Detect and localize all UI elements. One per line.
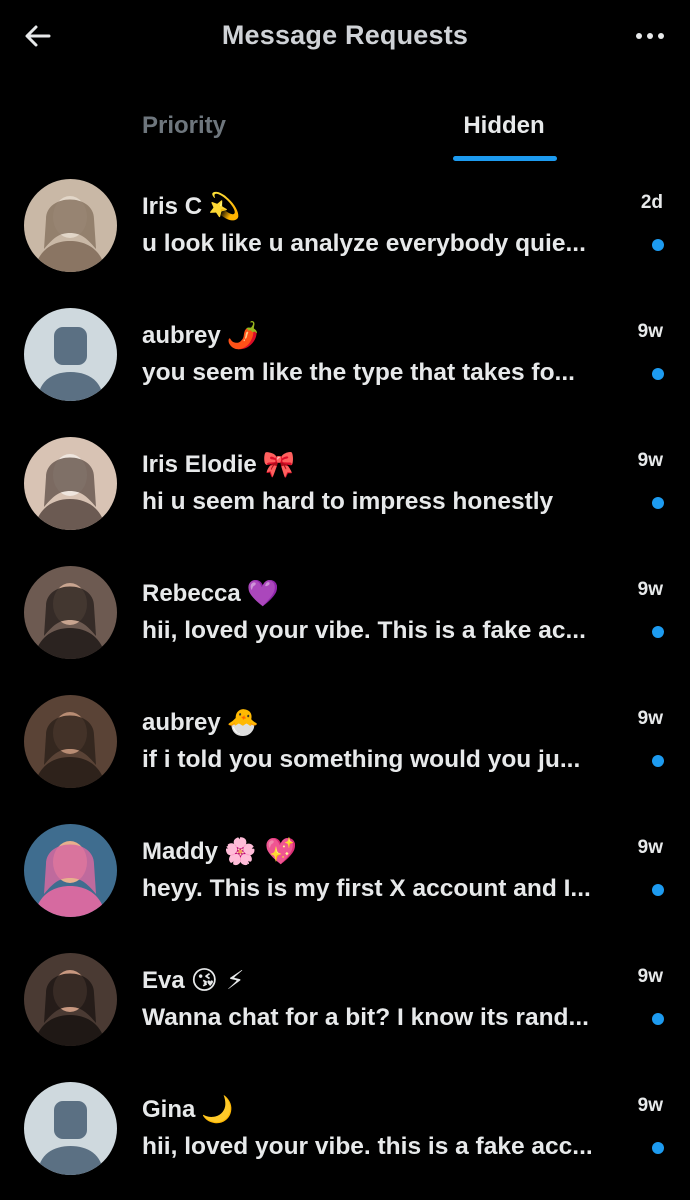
timestamp: 9w bbox=[637, 966, 663, 987]
message-preview: you seem like the type that takes fo... bbox=[142, 359, 575, 386]
timestamp: 2d bbox=[640, 192, 663, 213]
list-item[interactable]: Gina 🌙 9w hii, loved your vibe. this is a f… bbox=[0, 1065, 690, 1194]
unread-dot-icon bbox=[652, 884, 664, 896]
page-title: Message Requests bbox=[221, 20, 469, 50]
tab-hidden[interactable]: Hidden bbox=[334, 96, 674, 162]
list-item[interactable]: Iris C 💫 2d u look like u analyze everybody… bbox=[0, 162, 690, 291]
list-item[interactable]: Maddy 🌸 💖 9w heyy. This is my first X accou… bbox=[0, 807, 690, 936]
unread-dot-icon bbox=[652, 755, 664, 767]
profile-photo bbox=[24, 953, 117, 1046]
sender-name-text: Gina bbox=[142, 1096, 196, 1123]
message-preview: if i told you something would you ju... bbox=[142, 746, 581, 773]
sender-name-text: Rebecca bbox=[142, 580, 241, 607]
sender-name: Eva 😘 ⚡ bbox=[142, 964, 244, 998]
timestamp: 9w bbox=[637, 321, 663, 342]
message-preview: heyy. This is my first X account and I..… bbox=[142, 875, 591, 902]
sender-name-text: Eva bbox=[142, 967, 185, 994]
sender-emoji: 💫 bbox=[208, 192, 241, 222]
sender-name: aubrey 🌶️ bbox=[142, 319, 259, 353]
active-tab-indicator bbox=[453, 156, 557, 161]
sender-emoji: 🐣 bbox=[226, 708, 260, 738]
unread-dot-icon bbox=[652, 497, 664, 509]
ellipsis-icon bbox=[636, 33, 664, 39]
unread-dot-icon bbox=[652, 368, 664, 380]
more-options-button[interactable] bbox=[630, 16, 670, 56]
list-item[interactable]: aubrey 🌶️ 9w you seem like the type that ta… bbox=[0, 291, 690, 420]
tab-priority-label: Priority bbox=[141, 112, 227, 139]
unread-dot-icon bbox=[652, 1013, 664, 1025]
timestamp: 9w bbox=[637, 708, 663, 729]
message-preview: u look like u analyze everybody quie... bbox=[142, 230, 586, 257]
sender-name: Iris Elodie 🎀 bbox=[142, 448, 295, 482]
message-preview: hii, loved your vibe. this is a fake acc… bbox=[142, 1133, 593, 1160]
message-preview: hi u seem hard to impress honestly bbox=[142, 488, 554, 515]
timestamp: 9w bbox=[637, 837, 663, 858]
default-avatar-icon bbox=[24, 308, 117, 401]
sender-name: Maddy 🌸 💖 bbox=[142, 835, 297, 869]
tab-bar: Priority Hidden bbox=[0, 96, 690, 162]
sender-emoji: 💜 bbox=[246, 579, 280, 609]
list-item[interactable]: Iris Elodie 🎀 9w hi u seem hard to impress … bbox=[0, 420, 690, 549]
sender-emoji: 😘 ⚡ bbox=[190, 966, 245, 996]
list-item[interactable]: Rebecca 💜 9w hii, loved your vibe. This is … bbox=[0, 549, 690, 678]
sender-emoji: 🌸 💖 bbox=[224, 837, 298, 867]
sender-name: Rebecca 💜 bbox=[142, 577, 279, 611]
sender-name: aubrey 🐣 bbox=[142, 706, 259, 740]
profile-photo bbox=[24, 695, 117, 788]
unread-dot-icon bbox=[652, 626, 664, 638]
sender-name-text: aubrey bbox=[142, 322, 221, 349]
list-item[interactable]: Eva 😘 ⚡ 9w Wanna chat for a bit? I know its… bbox=[0, 936, 690, 1065]
avatar[interactable] bbox=[24, 566, 117, 659]
sender-name-text: Iris Elodie bbox=[142, 451, 257, 478]
sender-name: Gina 🌙 bbox=[142, 1093, 234, 1127]
profile-photo bbox=[24, 179, 117, 272]
tab-hidden-label: Hidden bbox=[463, 112, 545, 139]
profile-photo bbox=[24, 566, 117, 659]
timestamp: 9w bbox=[637, 1095, 663, 1116]
unread-dot-icon bbox=[652, 1142, 664, 1154]
sender-emoji: 🎀 bbox=[262, 450, 296, 480]
avatar[interactable] bbox=[24, 695, 117, 788]
unread-dot-icon bbox=[652, 239, 664, 251]
sender-emoji: 🌙 bbox=[201, 1095, 234, 1125]
avatar[interactable] bbox=[24, 179, 117, 272]
sender-emoji: 🌶️ bbox=[226, 321, 260, 351]
avatar[interactable] bbox=[24, 437, 117, 530]
message-request-list: Iris C 💫 2d u look like u analyze everybody… bbox=[0, 162, 690, 1194]
profile-photo bbox=[24, 824, 117, 917]
sender-name-text: Maddy bbox=[142, 838, 219, 865]
timestamp: 9w bbox=[637, 450, 663, 471]
tab-priority[interactable]: Priority bbox=[14, 96, 354, 162]
sender-name-text: aubrey bbox=[142, 709, 221, 736]
default-avatar-icon bbox=[24, 1082, 117, 1175]
sender-name-text: Iris C bbox=[142, 193, 203, 220]
message-preview: Wanna chat for a bit? I know its rand... bbox=[142, 1004, 589, 1031]
list-item[interactable]: aubrey 🐣 9w if i told you something would y… bbox=[0, 678, 690, 807]
sender-name: Iris C 💫 bbox=[142, 190, 240, 224]
avatar[interactable] bbox=[24, 824, 117, 917]
top-bar: Message Requests bbox=[0, 0, 690, 72]
avatar[interactable] bbox=[24, 308, 117, 401]
avatar[interactable] bbox=[24, 953, 117, 1046]
timestamp: 9w bbox=[637, 579, 663, 600]
profile-photo bbox=[24, 437, 117, 530]
avatar[interactable] bbox=[24, 1082, 117, 1175]
message-preview: hii, loved your vibe. This is a fake ac.… bbox=[142, 617, 586, 644]
